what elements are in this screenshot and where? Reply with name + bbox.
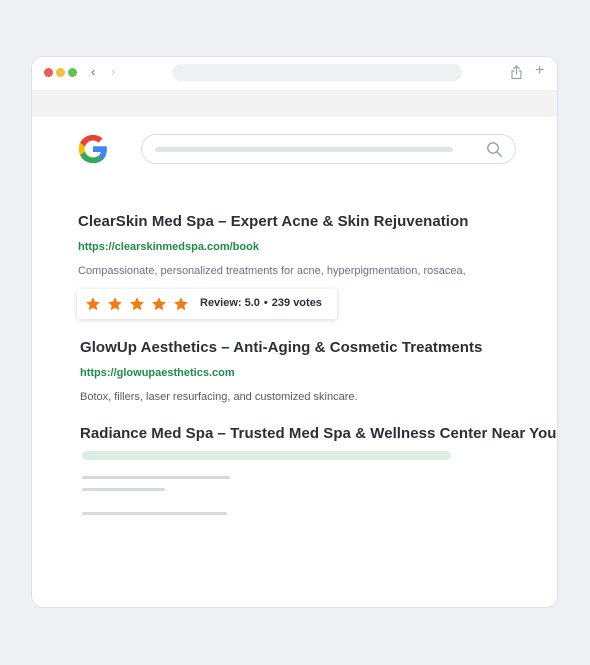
result-title[interactable]: GlowUp Aesthetics – Anti-Aging & Cosmeti… [80, 339, 482, 356]
rating-card: Review: 5.0 • 239 votes [77, 289, 337, 319]
star-rating [85, 296, 189, 312]
review-score: Review: 5.0 [200, 297, 260, 309]
result-description: Compassionate, personalized treatments f… [78, 265, 466, 277]
star-icon [152, 297, 166, 311]
rating-separator: • [263, 297, 268, 309]
result-url-placeholder [82, 451, 451, 460]
close-window-button[interactable] [44, 68, 53, 77]
minimize-window-button[interactable] [56, 68, 65, 77]
result-description: Botox, fillers, laser resurfacing, and c… [80, 391, 358, 403]
result-url[interactable]: https://glowupaesthetics.com [80, 367, 235, 379]
result-url[interactable]: https://clearskinmedspa.com/book [78, 241, 259, 253]
vote-count: 239 votes [271, 297, 322, 309]
search-input[interactable] [141, 134, 516, 164]
tab-strip [32, 90, 557, 117]
rating-text: Review: 5.0 • 239 votes [200, 297, 322, 309]
star-icon [130, 297, 144, 311]
search-icon[interactable] [486, 141, 503, 158]
maximize-window-button[interactable] [68, 68, 77, 77]
back-icon[interactable]: ‹ [91, 65, 95, 79]
result-description-placeholder [82, 476, 230, 479]
address-bar[interactable] [172, 64, 462, 81]
forward-icon[interactable]: › [111, 65, 115, 79]
star-icon [174, 297, 188, 311]
search-query-placeholder [155, 147, 453, 152]
result-description-placeholder [82, 488, 165, 491]
browser-window: ‹ › + ClearSkin Med Spa – Expert Acne & … [31, 56, 558, 608]
star-icon [108, 297, 122, 311]
result-description-placeholder [82, 512, 227, 515]
result-title[interactable]: Radiance Med Spa – Trusted Med Spa & Wel… [80, 425, 557, 442]
google-logo[interactable] [76, 132, 110, 166]
result-title[interactable]: ClearSkin Med Spa – Expert Acne & Skin R… [78, 213, 468, 230]
share-icon[interactable] [510, 65, 523, 80]
plus-icon[interactable]: + [535, 62, 544, 80]
star-icon [86, 297, 100, 311]
browser-titlebar: ‹ › + [32, 57, 557, 90]
